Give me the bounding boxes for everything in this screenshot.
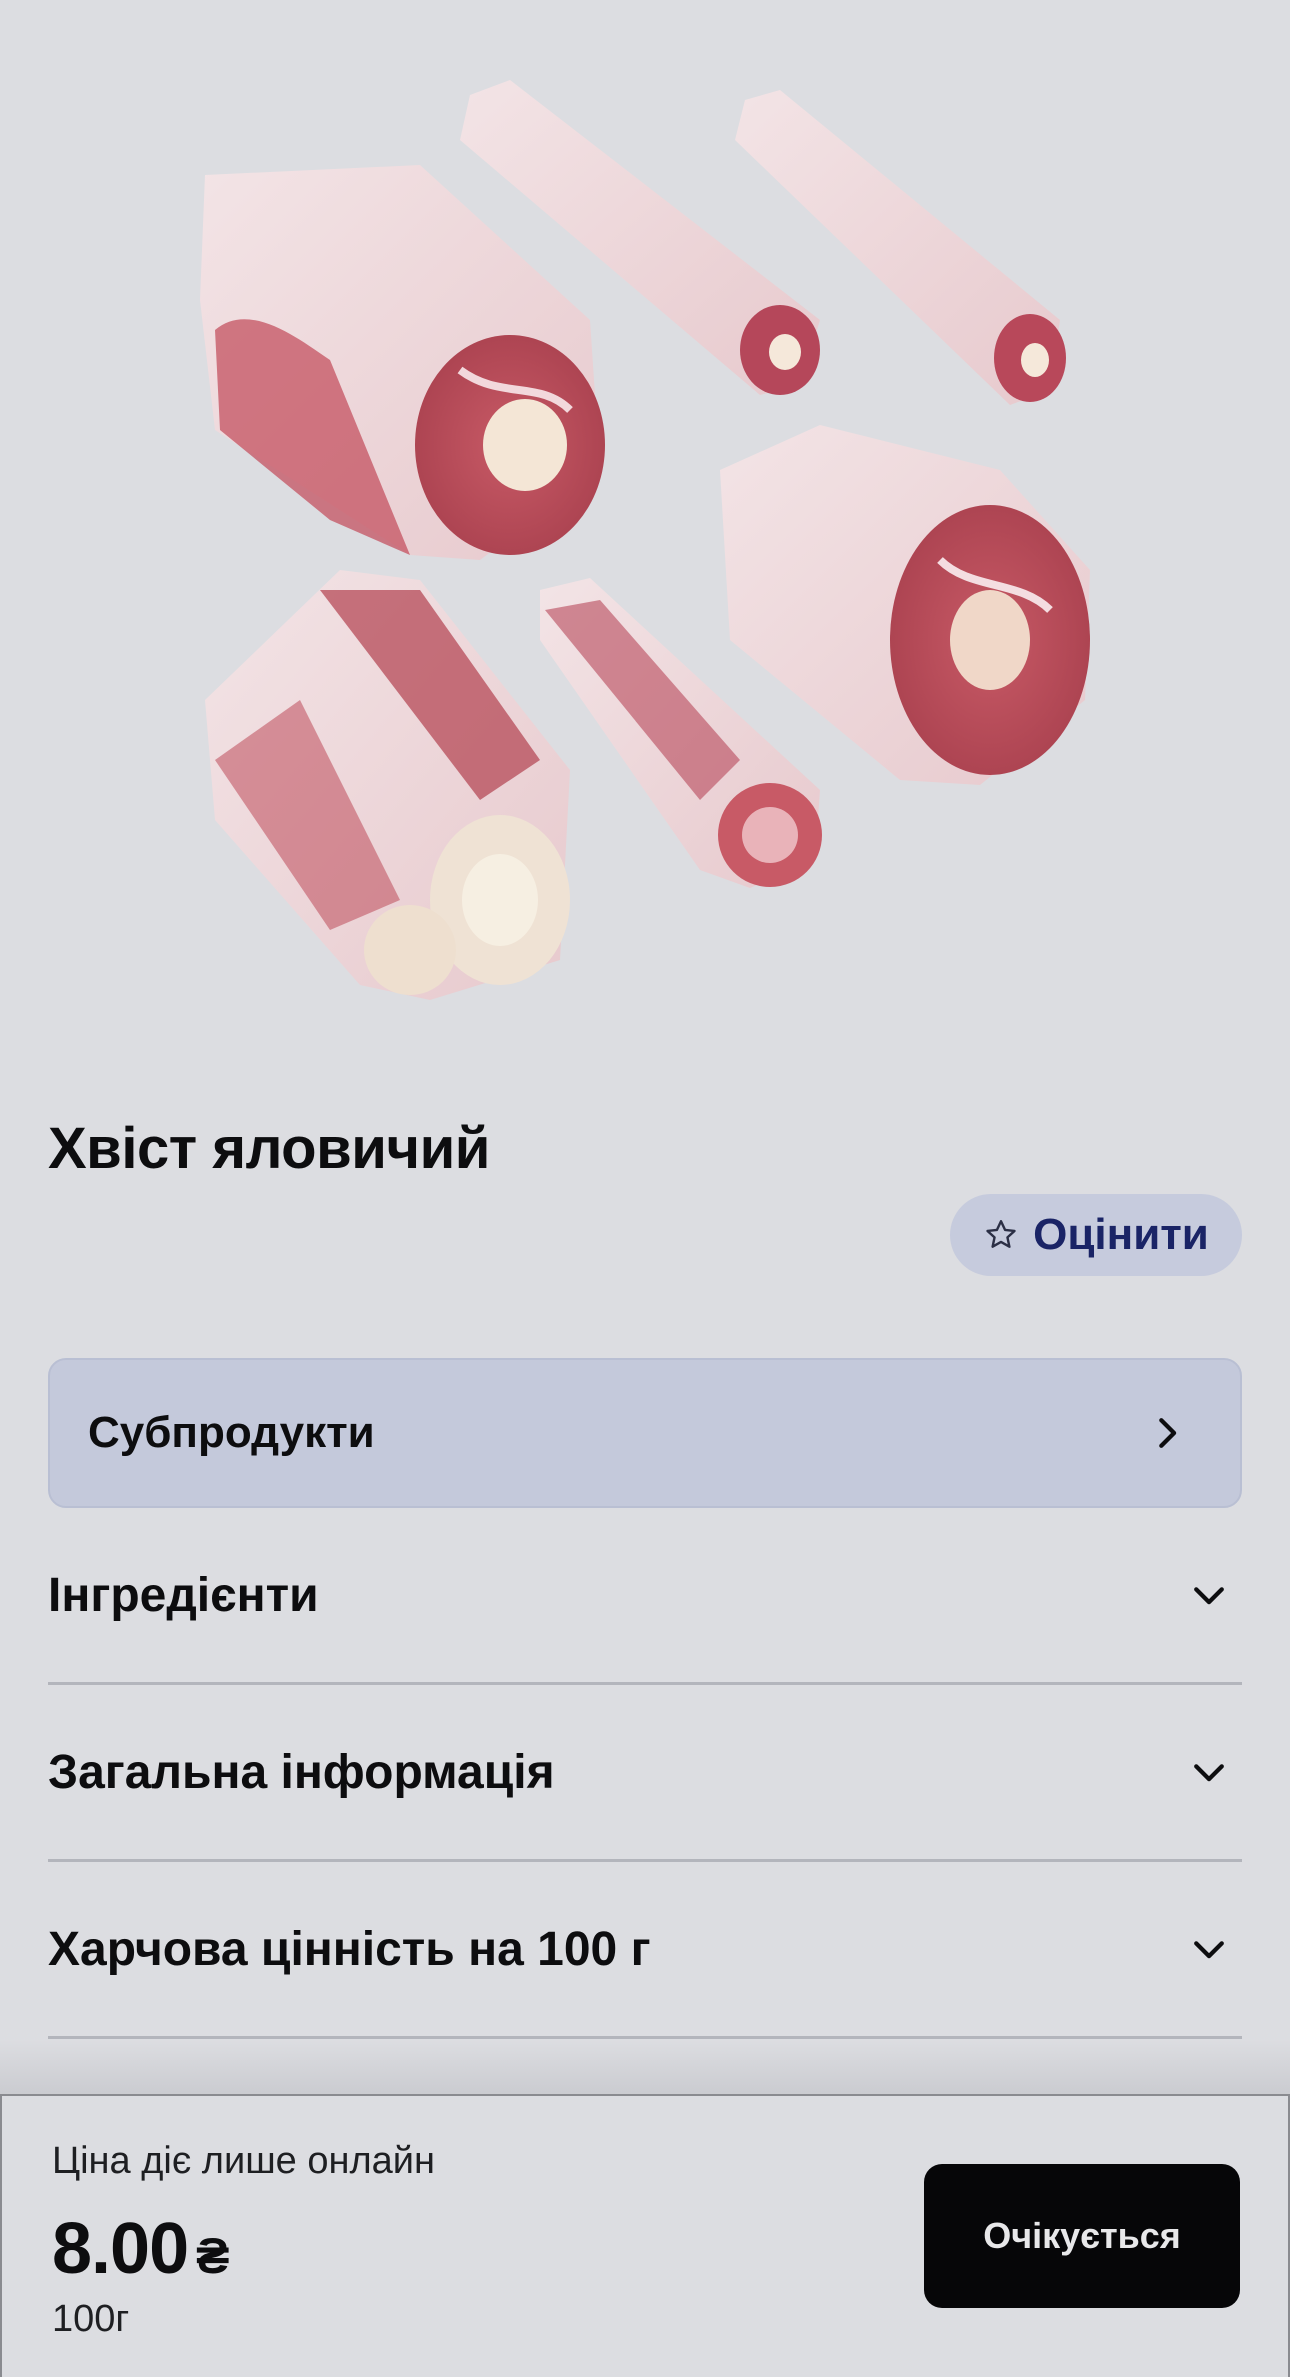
product-page: Хвіст яловичий Оцінити Субпродукти Інгре… — [0, 0, 1290, 2377]
currency-symbol: ₴ — [196, 2228, 229, 2284]
rate-button[interactable]: Оцінити — [950, 1194, 1242, 1276]
price: 8.00 ₴ — [52, 2208, 230, 2290]
accordion-ingredients[interactable]: Інгредієнти — [48, 1508, 1242, 1685]
bottom-bar-shadow — [0, 2040, 1290, 2096]
accordion-label: Загальна інформація — [48, 1745, 555, 1799]
chevron-down-icon — [1194, 1764, 1224, 1782]
oxtail-chunk-large — [200, 165, 605, 560]
accordion-general-info[interactable]: Загальна інформація — [48, 1685, 1242, 1862]
accordion-nutrition[interactable]: Харчова цінність на 100 г — [48, 1862, 1242, 2039]
online-price-note: Ціна діє лише онлайн — [52, 2140, 436, 2182]
oxtail-illustration — [200, 80, 1090, 1000]
price-value: 8.00 — [52, 2209, 189, 2289]
category-label: Субпродукти — [88, 1408, 375, 1457]
price-unit: 100г — [52, 2298, 130, 2340]
chevron-right-icon — [1159, 1418, 1177, 1448]
rate-button-label: Оцінити — [1033, 1210, 1209, 1259]
oxtail-chunk-right — [720, 425, 1090, 785]
chevron-down-icon — [1194, 1587, 1224, 1605]
accordion-label: Харчова цінність на 100 г — [48, 1922, 651, 1976]
product-image — [0, 0, 1290, 1060]
bottom-bar: Ціна діє лише онлайн 8.00 ₴ 100г Очікуєть… — [0, 2094, 1290, 2377]
accordion-label: Інгредієнти — [48, 1568, 319, 1622]
star-outline-icon — [986, 1220, 1016, 1248]
category-link[interactable]: Субпродукти — [48, 1358, 1242, 1508]
expected-button[interactable]: Очікується — [924, 2164, 1240, 2308]
product-title: Хвіст яловичий — [48, 1116, 490, 1181]
chevron-down-icon — [1194, 1941, 1224, 1959]
oxtail-chunk-bottom-left — [205, 570, 570, 1000]
